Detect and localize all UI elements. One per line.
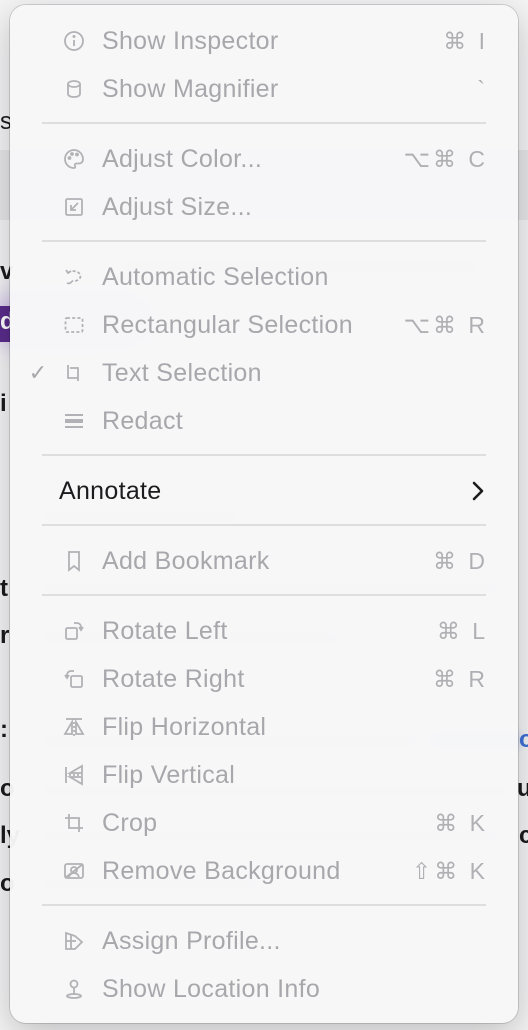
background-text-fragment: t: [0, 575, 8, 602]
menu-item-automatic-selection[interactable]: Automatic Selection: [10, 253, 518, 301]
menu-item-rotate-right[interactable]: Rotate Right ⌘ R: [10, 655, 518, 703]
location-pin-icon: [60, 975, 88, 1003]
magnifier-icon: [60, 75, 88, 103]
menu-item-label: Remove Background: [102, 856, 341, 885]
background-text-fragment: c: [519, 822, 528, 849]
menu-item-label: Show Inspector: [102, 26, 279, 55]
menu-item-annotate[interactable]: Annotate: [10, 467, 518, 515]
menu-item-shortcut: ⌘ R: [433, 665, 488, 692]
menu-item-rotate-left[interactable]: Rotate Left ⌘ L: [10, 607, 518, 655]
rotate-left-icon: [60, 617, 88, 645]
rotate-right-icon: [60, 665, 88, 693]
menu-item-shortcut: ⌘ L: [436, 617, 488, 644]
menu-item-label: Add Bookmark: [102, 546, 270, 575]
menu-separator: [42, 240, 486, 242]
menu-item-flip-horizontal[interactable]: Flip Horizontal: [10, 703, 518, 751]
redact-icon: [60, 407, 88, 435]
menu-item-label: Rotate Left: [102, 616, 228, 645]
bookmark-icon: [60, 547, 88, 575]
menu-item-label: Crop: [102, 808, 158, 837]
menu-item-adjust-color[interactable]: Adjust Color... ⌥⌘ C: [10, 135, 518, 183]
background-text-fragment: :: [0, 716, 8, 743]
remove-background-icon: [60, 857, 88, 885]
palette-icon: [60, 145, 88, 173]
menu-separator: [42, 454, 486, 456]
menu-item-flip-vertical[interactable]: Flip Vertical: [10, 751, 518, 799]
background-text-fragment: u: [517, 775, 528, 802]
background-text-fragment: o: [519, 726, 528, 753]
menu-separator: [42, 904, 486, 906]
background-text-fragment: i: [0, 390, 7, 417]
menu-item-show-location-info[interactable]: Show Location Info: [10, 965, 518, 1013]
menu-item-shortcut: ⌥⌘ C: [403, 145, 488, 172]
menu-item-shortcut: ⌥⌘ R: [403, 311, 488, 338]
info-icon: [60, 27, 88, 55]
checkmark-icon: ✓: [28, 360, 48, 385]
menu-item-rectangular-selection[interactable]: Rectangular Selection ⌥⌘ R: [10, 301, 518, 349]
menu-item-crop[interactable]: Crop ⌘ K: [10, 799, 518, 847]
menu-item-label: Adjust Size...: [102, 192, 253, 221]
rect-selection-icon: [60, 311, 88, 339]
menu-item-label: Automatic Selection: [102, 262, 329, 291]
menu-item-adjust-size[interactable]: Adjust Size...: [10, 183, 518, 231]
menu-item-assign-profile[interactable]: Assign Profile...: [10, 917, 518, 965]
menu-separator: [42, 594, 486, 596]
menu-item-label: Rectangular Selection: [102, 310, 353, 339]
flip-vertical-icon: [60, 761, 88, 789]
menu-item-label: Flip Horizontal: [102, 712, 267, 741]
context-menu: Show Inspector ⌘ I Show Magnifier ` Adju…: [10, 5, 518, 1023]
menu-item-label: Rotate Right: [102, 664, 245, 693]
profile-icon: [60, 927, 88, 955]
flip-horizontal-icon: [60, 713, 88, 741]
resize-icon: [60, 193, 88, 221]
background-text-fragment: r: [0, 622, 10, 649]
menu-item-label: Text Selection: [102, 358, 262, 387]
chevron-right-icon: [472, 481, 484, 501]
menu-item-label: Adjust Color...: [102, 144, 263, 173]
menu-item-label: Show Location Info: [102, 974, 321, 1003]
menu-item-shortcut: ⇧⌘ K: [411, 857, 488, 884]
crop-icon: [60, 809, 88, 837]
menu-item-show-inspector[interactable]: Show Inspector ⌘ I: [10, 17, 518, 65]
menu-item-shortcut: ⌘ I: [443, 27, 488, 54]
menu-item-redact[interactable]: Redact: [10, 397, 518, 445]
menu-item-shortcut: ⌘ D: [433, 547, 488, 574]
lasso-icon: [60, 263, 88, 291]
menu-item-label: Flip Vertical: [102, 760, 236, 789]
menu-item-label: Assign Profile...: [102, 926, 281, 955]
menu-item-shortcut: `: [477, 75, 488, 102]
menu-item-text-selection[interactable]: ✓ Text Selection: [10, 349, 518, 397]
menu-item-add-bookmark[interactable]: Add Bookmark ⌘ D: [10, 537, 518, 585]
menu-item-label: Annotate: [59, 476, 162, 505]
menu-separator: [42, 122, 486, 124]
text-selection-icon: [60, 359, 88, 387]
menu-item-label: Show Magnifier: [102, 74, 279, 103]
menu-item-label: Redact: [102, 406, 184, 435]
menu-item-show-magnifier[interactable]: Show Magnifier `: [10, 65, 518, 113]
menu-item-remove-background[interactable]: Remove Background ⇧⌘ K: [10, 847, 518, 895]
menu-separator: [42, 524, 486, 526]
menu-item-shortcut: ⌘ K: [434, 809, 488, 836]
